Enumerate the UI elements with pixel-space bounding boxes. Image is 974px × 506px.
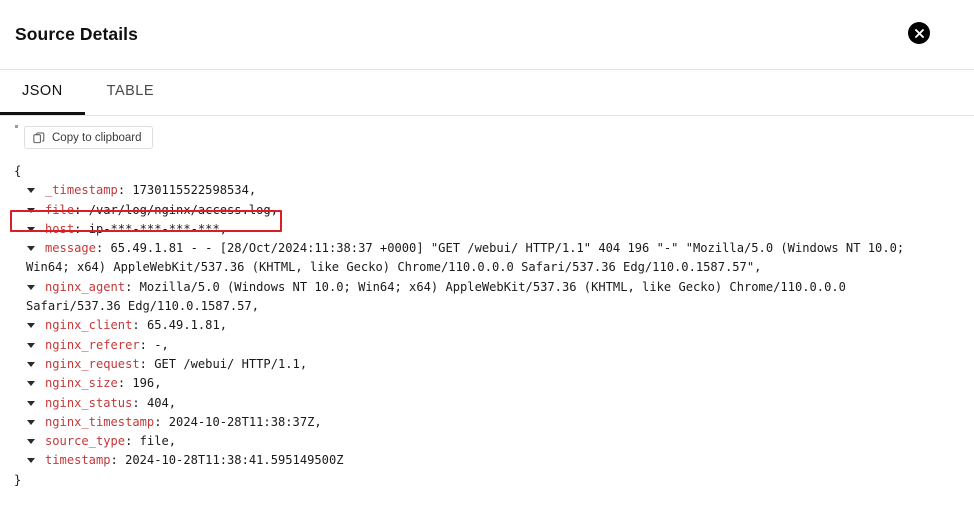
json-key: _timestamp: [45, 183, 118, 198]
chevron-down-icon[interactable]: [27, 439, 35, 445]
json-colon: :: [117, 183, 133, 198]
json-row[interactable]: nginx_referer: -,: [0, 336, 974, 355]
json-row[interactable]: message: 65.49.1.81 - - [28/Oct/2024:11:…: [0, 239, 974, 278]
chevron-down-icon[interactable]: [27, 323, 35, 329]
json-row[interactable]: nginx_client: 65.49.1.81,: [0, 316, 974, 335]
json-colon: :: [117, 376, 133, 391]
json-value: 2024-10-28T11:38:37Z,: [168, 414, 322, 429]
json-key: nginx_status: [45, 395, 133, 410]
json-row-host[interactable]: host: ip-***-***-***-***,: [0, 220, 974, 239]
chevron-down-icon[interactable]: [27, 246, 35, 252]
chevron-down-icon[interactable]: [27, 207, 35, 213]
json-row[interactable]: nginx_request: GET /webui/ HTTP/1.1,: [0, 355, 974, 374]
json-colon: :: [139, 337, 155, 352]
tab-table[interactable]: TABLE: [85, 70, 176, 115]
json-key: nginx_timestamp: [45, 414, 155, 429]
json-row[interactable]: file: /var/log/nginx/access.log,: [0, 201, 974, 220]
json-row[interactable]: timestamp: 2024-10-28T11:38:41.595149500…: [0, 451, 974, 470]
json-value: 404,: [146, 395, 177, 410]
json-value: GET /webui/ HTTP/1.1,: [154, 356, 308, 371]
json-row[interactable]: nginx_agent: Mozilla/5.0 (Windows NT 10.…: [0, 278, 974, 317]
json-value: 1730115522598534,: [132, 183, 257, 198]
json-row[interactable]: nginx_status: 404,: [0, 394, 974, 413]
json-value: 2024-10-28T11:38:41.595149500Z: [125, 453, 344, 468]
close-button[interactable]: [908, 22, 930, 44]
json-colon: :: [132, 395, 147, 410]
json-value: 65.49.1.81,: [146, 318, 228, 333]
json-colon: :: [74, 202, 89, 217]
json-colon: :: [125, 434, 140, 449]
tab-json[interactable]: JSON: [0, 70, 85, 115]
json-tree[interactable]: { _timestamp: 1730115522598534, file: /v…: [0, 156, 974, 490]
chevron-down-icon[interactable]: [27, 361, 35, 367]
json-colon: :: [154, 414, 169, 429]
chevron-down-icon[interactable]: [27, 419, 35, 425]
json-row[interactable]: nginx_size: 196,: [0, 374, 974, 393]
json-key: nginx_size: [45, 376, 118, 391]
chevron-down-icon[interactable]: [27, 284, 35, 290]
json-value: 65.49.1.81 - - [28/Oct/2024:11:38:37 +00…: [26, 241, 905, 275]
json-colon: :: [125, 279, 140, 294]
chevron-down-icon[interactable]: [27, 400, 35, 406]
page-title: Source Details: [15, 24, 138, 44]
json-value: file,: [139, 434, 177, 449]
json-colon: :: [139, 356, 155, 371]
json-value: 196,: [132, 376, 162, 391]
json-toolbar: Copy to clipboard: [0, 126, 974, 156]
json-value: ip-***-***-***-***,: [88, 221, 228, 236]
json-value: -,: [154, 337, 169, 352]
json-viewer-area: Copy to clipboard { _timestamp: 17301155…: [0, 116, 974, 490]
json-colon: :: [132, 318, 147, 333]
panel-header: Source Details: [0, 0, 974, 70]
json-key: source_type: [45, 434, 126, 449]
json-row[interactable]: nginx_timestamp: 2024-10-28T11:38:37Z,: [0, 413, 974, 432]
chevron-down-icon[interactable]: [27, 188, 35, 194]
json-value: Mozilla/5.0 (Windows NT 10.0; Win64; x64…: [26, 279, 846, 314]
json-colon: :: [110, 453, 126, 468]
chevron-down-icon[interactable]: [27, 226, 35, 232]
json-value: /var/log/nginx/access.log,: [88, 202, 278, 217]
copy-button-label: Copy to clipboard: [52, 131, 142, 144]
json-key: nginx_request: [45, 356, 140, 371]
json-key: host: [45, 221, 75, 236]
chevron-down-icon[interactable]: [27, 342, 35, 348]
close-icon: [914, 28, 925, 39]
copy-to-clipboard-button[interactable]: Copy to clipboard: [24, 126, 153, 149]
json-key: nginx_client: [45, 318, 133, 333]
json-colon: :: [95, 241, 111, 256]
json-key: message: [45, 241, 96, 256]
chevron-down-icon[interactable]: [27, 381, 35, 387]
json-row[interactable]: _timestamp: 1730115522598534,: [0, 181, 974, 200]
copy-icon: [33, 131, 45, 144]
json-key: nginx_agent: [45, 279, 126, 294]
gutter-marker: [15, 125, 18, 128]
json-key: file: [45, 202, 75, 217]
json-key: nginx_referer: [45, 337, 140, 352]
json-close-brace: }: [14, 472, 22, 487]
chevron-down-icon[interactable]: [27, 458, 35, 464]
json-open-brace: {: [14, 164, 22, 178]
tab-bar: JSON TABLE: [0, 70, 974, 116]
json-key: timestamp: [45, 453, 111, 468]
json-row[interactable]: source_type: file,: [0, 432, 974, 451]
json-colon: :: [74, 221, 89, 236]
